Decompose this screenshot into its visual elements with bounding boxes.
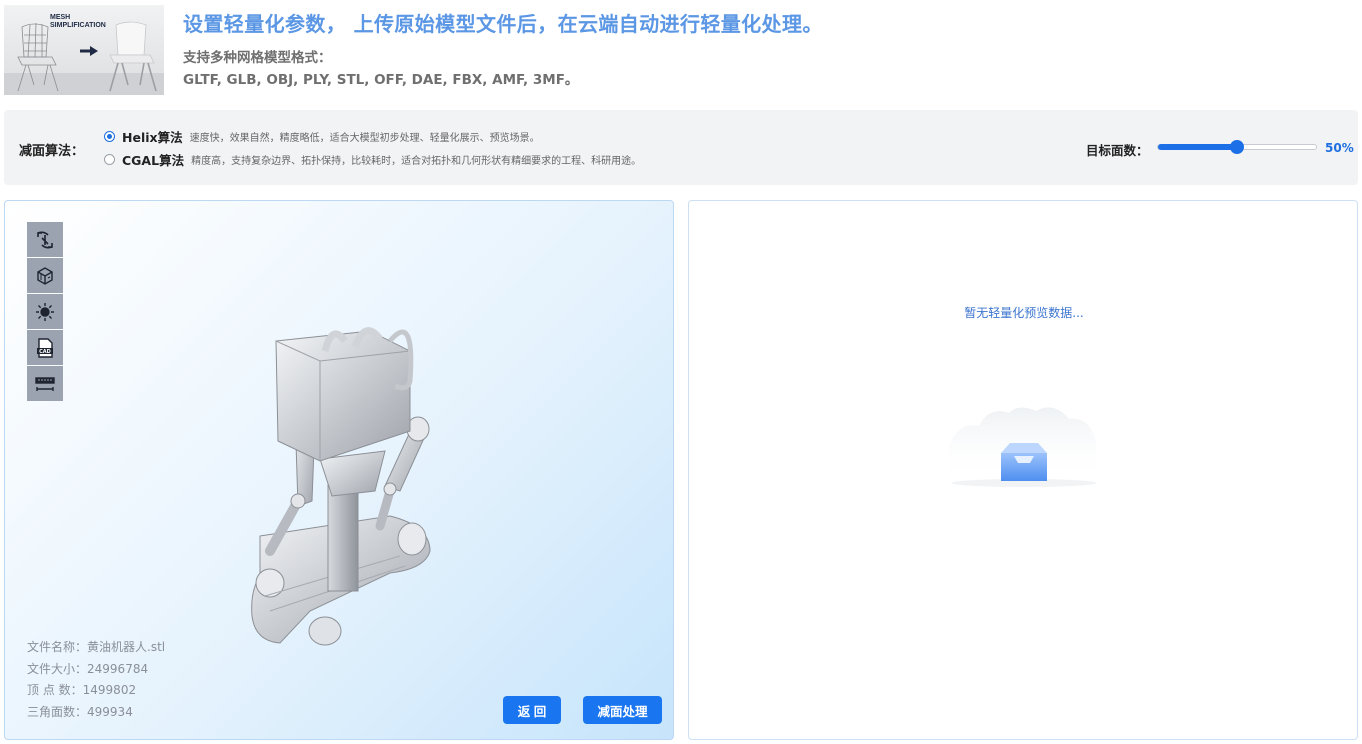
cube-view-icon[interactable]	[27, 258, 63, 293]
reduce-faces-button[interactable]: 减面处理	[583, 696, 662, 724]
empty-state	[944, 401, 1104, 495]
empty-box-icon	[949, 407, 1096, 487]
preview-panel: 暂无轻量化预览数据...	[688, 200, 1358, 740]
helix-radio[interactable]	[104, 130, 115, 142]
empty-preview-text: 暂无轻量化预览数据...	[964, 306, 1084, 320]
supported-formats: 支持多种网格模型格式： GLTF, GLB, OBJ, PLY, STL, OF…	[183, 47, 578, 91]
file-info: 文件名称：黄油机器人.stl 文件大小：24996784 顶 点 数：14998…	[27, 637, 165, 723]
vertex-count-row: 顶 点 数：1499802	[27, 683, 137, 697]
cad-file-icon[interactable]: CAD	[27, 330, 63, 365]
algorithm-desc: 速度快，效果自然，精度略低，适合大模型初步处理、轻量化展示、预览场景。	[189, 132, 540, 144]
viewer-toolbar: CAD	[27, 222, 64, 402]
slider-fill	[1158, 144, 1238, 150]
page-header: MESH SIMPLIFICATION 设置轻量化参数， 上传原始模型文件后，在…	[0, 0, 1362, 100]
page-title: 设置轻量化参数， 上传原始模型文件后，在云端自动进行轻量化处理。	[183, 12, 823, 36]
light-icon[interactable]	[27, 294, 63, 329]
svg-text:CAD: CAD	[39, 349, 51, 355]
algorithm-desc: 精度高，支持复杂边界、拓扑保持，比较耗时，适合对拓扑和几何形状有精细要求的工程、…	[191, 155, 642, 167]
robot-3d-model[interactable]	[240, 311, 440, 661]
banner-title: MESH SIMPLIFICATION	[50, 14, 106, 29]
mesh-simplification-banner: MESH SIMPLIFICATION	[4, 5, 164, 95]
back-button[interactable]: 返 回	[503, 696, 561, 724]
measure-ruler-icon[interactable]	[27, 366, 63, 401]
algorithm-option-helix[interactable]: Helix算法 速度快，效果自然，精度略低，适合大模型初步处理、轻量化展示、预览…	[104, 126, 540, 146]
target-faces-label: 目标面数：	[1086, 143, 1149, 158]
algorithm-label: 减面算法：	[19, 144, 85, 159]
target-faces-value: 50%	[1325, 141, 1354, 155]
formats-list: GLTF, GLB, OBJ, PLY, STL, OFF, DAE, FBX,…	[183, 72, 579, 88]
settings-bar: 减面算法： Helix算法 速度快，效果自然，精度略低，适合大模型初步处理、轻量…	[4, 110, 1358, 185]
formats-title: 支持多种网格模型格式：	[183, 50, 332, 66]
algorithm-name: CGAL算法	[122, 152, 185, 168]
face-count-row: 三角面数：499934	[27, 704, 133, 719]
algorithm-name: Helix算法	[122, 129, 183, 145]
file-size-row: 文件大小：24996784	[27, 661, 149, 676]
algorithm-option-cgal[interactable]: CGAL算法 精度高，支持复杂边界、拓扑保持，比较耗时，适合对拓扑和几何形状有精…	[104, 149, 641, 169]
rotate-view-icon[interactable]	[27, 222, 63, 257]
model-viewer-panel[interactable]: CAD 文件名称：黄油机器人.stl 文件大小：24996784 顶 点 数：1…	[4, 200, 674, 740]
file-name-row: 文件名称：黄油机器人.stl	[27, 640, 166, 654]
cgal-radio[interactable]	[104, 153, 115, 165]
slider-thumb[interactable]	[1230, 140, 1244, 154]
